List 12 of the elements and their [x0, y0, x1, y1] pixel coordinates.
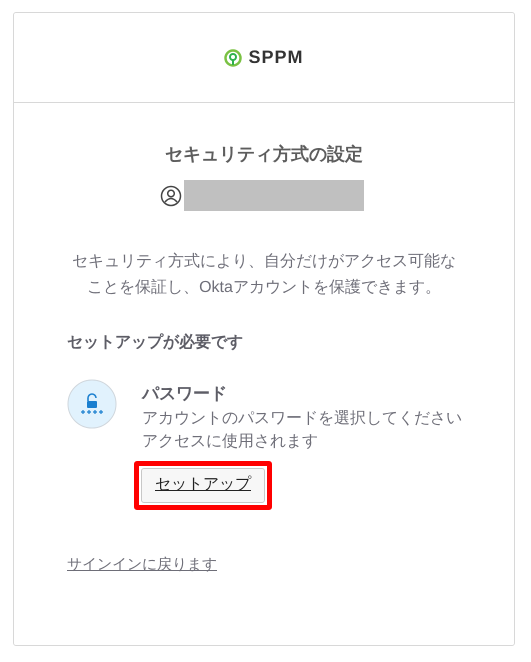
back-link[interactable]: サインインに戻ります: [67, 554, 461, 576]
method-description: アクセスに使用されます: [142, 432, 319, 452]
page-title: セキュリティ方式の設定: [165, 143, 363, 166]
setup-button[interactable]: セットアップ: [141, 468, 265, 502]
section-title: セットアップが必要です: [67, 332, 244, 353]
user-icon: [160, 184, 182, 206]
logo-icon: [224, 48, 242, 66]
password-lock-icon: [67, 379, 117, 429]
method-name: パスワード: [142, 383, 228, 405]
description: セキュリティ方式により、自分だけがアクセス可能なことを保証し、Oktaアカウントを保護できます。: [71, 252, 457, 298]
logo-text: SPPM: [248, 46, 304, 69]
method-description: アカウントのパスワードを選択してください: [142, 408, 463, 428]
